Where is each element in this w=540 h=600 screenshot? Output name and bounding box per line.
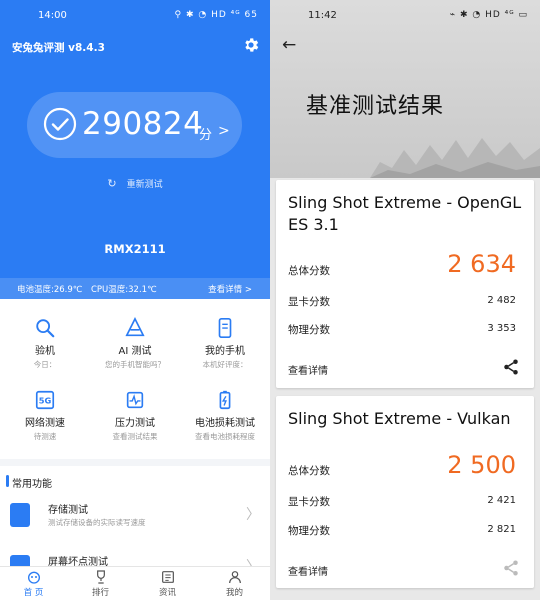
- physics-score-value: 2 821: [487, 524, 516, 535]
- feature-label: AI 测试: [118, 346, 152, 357]
- total-score-value: 2 634: [447, 250, 516, 278]
- person-icon: [228, 571, 241, 584]
- check-circle-icon: [43, 107, 77, 141]
- total-score-label: 总体分数: [288, 465, 330, 477]
- share-icon[interactable]: [502, 358, 520, 376]
- total-score: 290824: [82, 106, 204, 142]
- score-unit: 分: [199, 128, 213, 143]
- cpu-pulse-icon: [126, 391, 144, 409]
- gpu-score-value: 2 482: [487, 295, 516, 306]
- 5g-icon: 5G: [35, 390, 55, 410]
- status-bar: 14:00 ⚲ ✱ ◔ HD ⁴ᴳ 65: [0, 0, 270, 30]
- feature-label: 我的手机: [205, 346, 245, 357]
- status-icons: ⚲ ✱ ◔ HD ⁴ᴳ 65: [174, 10, 258, 20]
- nav-news[interactable]: 资讯: [134, 569, 201, 598]
- view-details-link[interactable]: 查看详情: [288, 362, 328, 377]
- retest-button[interactable]: ↻ 重新测试: [0, 177, 270, 190]
- storage-test-row[interactable]: 存储测试 测试存储设备的实际读写速度 〉: [0, 496, 270, 541]
- physics-score-label: 物理分数: [288, 525, 330, 537]
- feature-sub: 今日：: [33, 360, 57, 369]
- nav-label: 资讯: [158, 588, 176, 598]
- feature-label: 压力测试: [115, 418, 155, 429]
- feature-grid: 验机 今日： AI 测试 您的手机智能吗？ 我的手机 本机好评度： 5G 网络测…: [0, 299, 270, 459]
- total-score-button[interactable]: 290824 分 >: [27, 92, 242, 158]
- feature-sub: 查看测试结果: [112, 432, 158, 441]
- retest-label: 重新测试: [126, 180, 163, 190]
- feature-stress-test[interactable]: 压力测试 查看测试结果: [90, 389, 180, 442]
- feature-network-speed[interactable]: 5G 网络测速 待测速: [0, 389, 90, 442]
- status-bar: 11:42 ⌁ ✱ ◔ HD ⁴ᴳ ▭: [270, 0, 540, 30]
- total-score-label: 总体分数: [288, 265, 330, 277]
- row-subtitle: 测试存储设备的实际读写速度: [48, 518, 146, 527]
- trophy-icon: [96, 570, 105, 584]
- share-icon[interactable]: [502, 559, 520, 577]
- feature-verify[interactable]: 验机 今日：: [0, 317, 90, 370]
- physics-score-label: 物理分数: [288, 324, 330, 336]
- nav-home[interactable]: 首 页: [0, 569, 67, 598]
- home-icon: [27, 571, 40, 584]
- section-title: 常用功能: [6, 475, 52, 490]
- benchmark-result-screen: 11:42 ⌁ ✱ ◔ HD ⁴ᴳ ▭ ← 基准测试结果 Sling Shot …: [270, 0, 540, 600]
- feature-sub: 查看电池损耗程度: [195, 432, 255, 441]
- test-title: Sling Shot Extreme - Vulkan: [288, 409, 511, 428]
- feature-my-phone[interactable]: 我的手机 本机好评度：: [180, 317, 270, 370]
- feature-sub: 待测速: [33, 432, 57, 441]
- feature-sub: 您的手机智能吗？: [105, 360, 165, 369]
- feature-label: 验机: [35, 346, 55, 357]
- bottom-nav: 首 页 排行 资讯 我的: [0, 566, 270, 600]
- temp-details-link[interactable]: 查看详情 >: [208, 283, 252, 295]
- total-score-value: 2 500: [447, 451, 516, 479]
- magnifier-icon: [36, 319, 55, 338]
- antutu-screen: 14:00 ⚲ ✱ ◔ HD ⁴ᴳ 65 安兔兔评测 v8.4.3 290824…: [0, 0, 270, 600]
- result-card-vulkan: Sling Shot Extreme - Vulkan 总体分数 2 500 显…: [276, 396, 534, 588]
- row-title: 存储测试: [48, 505, 88, 516]
- nav-mine[interactable]: 我的: [201, 569, 268, 598]
- gpu-score-label: 显卡分数: [288, 496, 330, 508]
- page-title: 基准测试结果: [306, 94, 445, 119]
- feature-label: 电池损耗测试: [195, 418, 255, 429]
- svg-text:5G: 5G: [39, 396, 52, 406]
- view-details-link[interactable]: 查看详情: [288, 563, 328, 578]
- device-name: RMX2111: [104, 242, 166, 256]
- battery-icon: [219, 390, 231, 410]
- ai-chip-icon: [125, 317, 145, 337]
- temperature-bar: 电池温度:26.9℃ CPU温度:32.1℃ 查看详情 >: [0, 278, 270, 299]
- nav-label: 我的: [225, 588, 243, 598]
- news-icon: [161, 571, 174, 583]
- nav-label: 排行: [91, 588, 109, 598]
- nav-ranking[interactable]: 排行: [67, 569, 134, 598]
- result-card-opengl: Sling Shot Extreme - OpenGL ES 3.1 总体分数 …: [276, 180, 534, 388]
- battery-temp: 电池温度:26.9℃: [17, 285, 83, 295]
- feature-sub: 本机好评度：: [202, 360, 248, 369]
- storage-icon: [10, 503, 30, 527]
- status-time: 14:00: [38, 10, 67, 21]
- feature-ai-test[interactable]: AI 测试 您的手机智能吗？: [90, 317, 180, 370]
- status-time: 11:42: [308, 10, 337, 21]
- gpu-score-value: 2 421: [487, 495, 516, 506]
- status-icons: ⌁ ✱ ◔ HD ⁴ᴳ ▭: [449, 10, 528, 20]
- phone-icon: [218, 318, 232, 338]
- cpu-temp: CPU温度:32.1℃: [91, 285, 157, 295]
- feature-label: 网络测速: [25, 418, 65, 429]
- test-title: Sling Shot Extreme - OpenGL ES 3.1: [288, 193, 522, 234]
- gear-icon[interactable]: [242, 36, 260, 54]
- app-bar: 安兔兔评测 v8.4.3: [0, 30, 270, 60]
- back-arrow-icon[interactable]: ←: [282, 35, 296, 55]
- gpu-score-label: 显卡分数: [288, 296, 330, 308]
- chevron-right-icon: >: [218, 123, 230, 139]
- feature-battery-test[interactable]: 电池损耗测试 查看电池损耗程度: [180, 389, 270, 442]
- refresh-icon: ↻: [107, 177, 117, 190]
- chevron-right-icon: 〉: [246, 507, 260, 523]
- hero-artwork: [370, 138, 540, 178]
- nav-label: 首 页: [23, 588, 44, 598]
- physics-score-value: 3 353: [487, 323, 516, 334]
- app-title: 安兔兔评测 v8.4.3: [12, 42, 105, 54]
